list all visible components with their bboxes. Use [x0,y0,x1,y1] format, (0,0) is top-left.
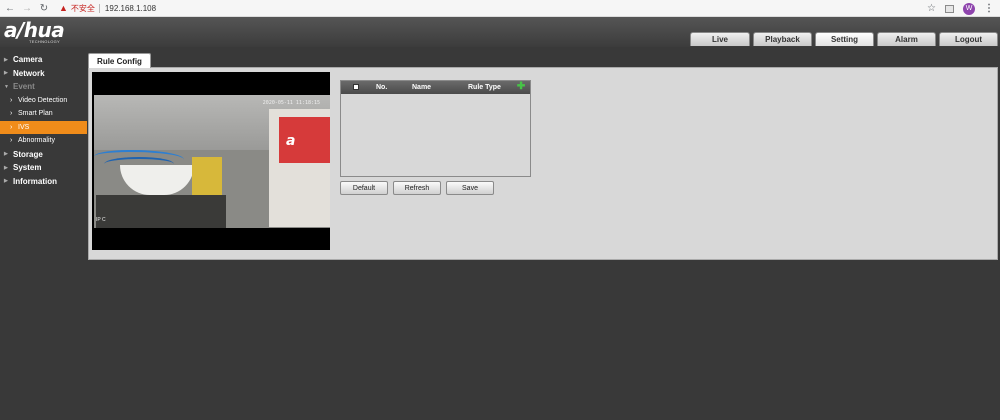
video-preview[interactable]: a 2020-05-11 11:18:15 IP C [92,72,330,250]
sidebar: ▶ Camera ▶ Network ▼ Event › Video Detection… [0,53,87,188]
profile-avatar[interactable]: W [963,2,975,15]
refresh-button[interactable]: Refresh [393,181,441,195]
url-text[interactable]: 192.168.1.108 [105,4,156,13]
default-button[interactable]: Default [340,181,388,195]
caret-down-icon: ▼ [4,83,9,90]
rule-table-header: No. Name Rule Type ✚ [341,81,530,94]
tab-logout[interactable]: Logout [939,32,998,46]
sidebar-item-label: Network [13,68,45,78]
column-header-no: No. [376,84,388,91]
star-icon[interactable]: ☆ [927,3,936,14]
sidebar-item-label: Information [13,176,57,186]
reload-icon[interactable]: ↻ [37,1,51,15]
tab-setting[interactable]: Setting [815,32,874,46]
arrow-left-icon[interactable]: ← [3,1,17,15]
app-header: a/hua TECHNOLOGY Live Playback Setting A… [0,17,1000,47]
scene-box-logo: a [286,133,296,149]
sidebar-item-label: System [13,163,42,173]
rule-table: No. Name Rule Type ✚ [340,80,531,177]
arrow-right-icon[interactable]: → [20,1,34,15]
save-button[interactable]: Save [446,181,494,195]
brand-sub: TECHNOLOGY [29,39,61,44]
address-separator [98,3,100,13]
caret-right-icon: ▶ [4,70,8,77]
more-vert-icon[interactable]: ⋮ [984,3,994,14]
extension-icon[interactable] [945,4,954,13]
sidebar-item-label: Smart Plan [18,110,53,118]
insecure-label: 不安全 [70,3,95,13]
sidebar-item-ivs[interactable]: › IVS [0,120,87,134]
select-all-checkbox[interactable] [353,84,359,90]
sidebar-item-label: Event [13,82,35,92]
caret-right-icon: ▶ [4,164,8,171]
osd-channel: IP C [96,217,106,223]
chevron-right-icon: › [10,96,13,104]
sidebar-item-label: Video Detection [18,96,68,104]
column-header-name: Name [412,84,432,91]
sidebar-item-label: IVS [18,123,30,131]
add-rule-icon[interactable]: ✚ [517,82,525,92]
column-header-rule-type: Rule Type [468,84,501,91]
browser-toolbar: ← → ↻ ▲ 不安全 192.168.1.108 ☆ W ⋮ [0,0,1000,17]
sidebar-item-label: Camera [13,55,43,65]
warning-icon: ▲ [59,3,68,13]
tab-playback[interactable]: Playback [753,32,812,46]
camera-image: a [94,95,330,228]
sidebar-item-abnormality[interactable]: › Abnormality [0,134,87,148]
top-nav: Live Playback Setting Alarm Logout [690,32,998,46]
sidebar-item-smart-plan[interactable]: › Smart Plan [0,107,87,121]
scene-tray [96,195,226,228]
sidebar-item-network[interactable]: ▶ Network [0,67,87,81]
osd-timestamp: 2020-05-11 11:18:15 [262,100,320,106]
tab-live[interactable]: Live [690,32,750,46]
sidebar-item-information[interactable]: ▶ Information [0,175,87,189]
sidebar-item-video-detection[interactable]: › Video Detection [0,94,87,108]
sidebar-item-system[interactable]: ▶ System [0,161,87,175]
address-bar[interactable]: ▲ 不安全 192.168.1.108 [59,2,156,15]
sidebar-item-event[interactable]: ▼ Event [0,80,87,94]
sidebar-item-storage[interactable]: ▶ Storage [0,148,87,162]
tab-rule-config[interactable]: Rule Config [88,53,151,68]
sidebar-item-camera[interactable]: ▶ Camera [0,53,87,67]
chevron-right-icon: › [10,123,13,131]
caret-right-icon: ▶ [4,178,8,185]
chevron-right-icon: › [10,137,13,145]
sidebar-item-label: Storage [13,149,43,159]
caret-right-icon: ▶ [4,56,8,63]
chevron-right-icon: › [10,110,13,118]
tab-alarm[interactable]: Alarm [877,32,936,46]
brand-logo: a/hua [4,18,65,42]
caret-right-icon: ▶ [4,151,8,158]
sidebar-item-label: Abnormality [18,137,55,145]
scene-bowl [120,165,194,195]
